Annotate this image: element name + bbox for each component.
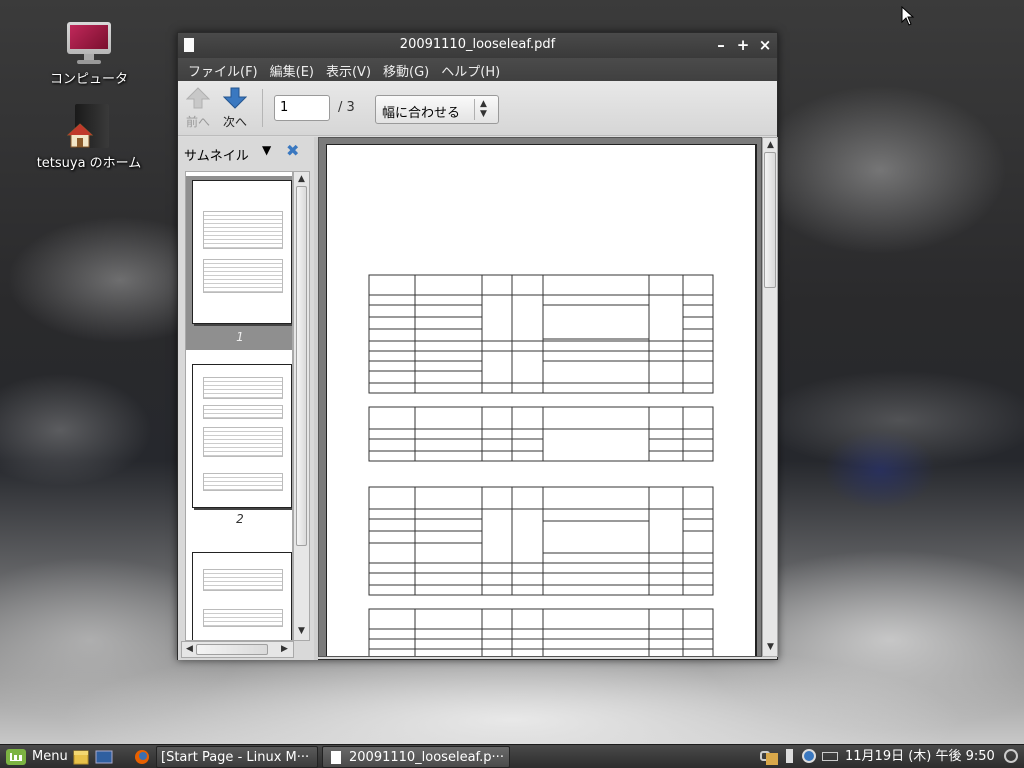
home-folder-icon xyxy=(67,104,111,148)
network-icon[interactable] xyxy=(802,749,816,763)
toolbar: 前へ 次へ 1 / 3 幅に合わせる ▲ ▼ xyxy=(178,81,777,136)
desktop-icon xyxy=(95,750,113,764)
thumbnail-image xyxy=(192,180,292,324)
sidebar-header: サムネイル ▼ ✖ xyxy=(178,137,314,167)
pdf-document-icon xyxy=(331,751,341,764)
taskbar-task-browser[interactable]: [Start Page - Linux M··· xyxy=(156,746,318,768)
zoom-value: 幅に合わせる xyxy=(382,106,461,121)
zoom-select[interactable]: 幅に合わせる ▲ ▼ xyxy=(375,95,499,124)
close-button[interactable]: × xyxy=(755,35,775,55)
firefox-icon xyxy=(135,750,149,764)
desktop-icon-label: tetsuya のホーム xyxy=(36,156,142,171)
quicklaunch-files[interactable] xyxy=(72,746,92,768)
battery-icon[interactable] xyxy=(786,749,793,763)
page-table-content xyxy=(368,274,714,656)
scroll-up-icon[interactable]: ▲ xyxy=(294,174,309,184)
thumbnail-sidebar: サムネイル ▼ ✖ 1 2 ▲ ▼ ◀ ▶ xyxy=(178,137,314,660)
chevron-down-icon[interactable]: ▼ xyxy=(262,143,271,157)
mint-logo-icon xyxy=(6,749,26,765)
computer-icon xyxy=(67,22,111,64)
scroll-down-icon[interactable]: ▼ xyxy=(294,626,309,636)
keyboard-icon[interactable] xyxy=(822,752,838,761)
scrollbar-thumb[interactable] xyxy=(296,186,307,546)
document-vertical-scrollbar[interactable]: ▲ ▼ xyxy=(762,137,778,657)
scroll-up-icon[interactable]: ▲ xyxy=(763,140,778,150)
sidebar-title[interactable]: サムネイル xyxy=(184,145,249,164)
thumbnail-horizontal-scrollbar[interactable]: ◀ ▶ xyxy=(181,641,294,658)
prev-page-button[interactable]: 前へ xyxy=(183,87,213,130)
menu-help[interactable]: ヘルプ(H) xyxy=(435,58,506,81)
thumbnail-page-3[interactable] xyxy=(186,552,292,640)
window-titlebar[interactable]: 20091110_looseleaf.pdf – + × xyxy=(178,33,777,58)
scroll-down-icon[interactable]: ▼ xyxy=(763,642,778,652)
scrollbar-thumb[interactable] xyxy=(196,644,268,655)
taskbar-task-pdf[interactable]: 20091110_looseleaf.p··· xyxy=(322,746,510,768)
page-total-label: / 3 xyxy=(338,100,355,115)
window-title: 20091110_looseleaf.pdf xyxy=(399,37,556,52)
toolbar-separator xyxy=(262,89,263,127)
mouse-cursor-icon xyxy=(901,6,915,26)
task-label: 20091110_looseleaf.p··· xyxy=(349,750,504,765)
clock[interactable]: 11月19日 (木) 午後 9:50 xyxy=(845,746,997,768)
desktop-icon-label: コンピュータ xyxy=(49,72,128,87)
arrow-down-icon xyxy=(222,87,248,109)
maximize-button[interactable]: + xyxy=(733,35,753,55)
scroll-left-icon[interactable]: ◀ xyxy=(182,644,197,654)
scrollbar-thumb[interactable] xyxy=(764,152,776,288)
task-label: [Start Page - Linux M··· xyxy=(161,750,310,765)
menu-edit[interactable]: 編集(E) xyxy=(264,58,320,81)
thumbnail-number: 1 xyxy=(236,330,244,344)
desktop-icon-computer[interactable]: コンピュータ xyxy=(34,22,144,87)
clipboard-icon[interactable] xyxy=(766,753,778,765)
thumbnail-vertical-scrollbar[interactable]: ▲ ▼ xyxy=(293,171,310,641)
quicklaunch-desktop[interactable] xyxy=(95,746,115,768)
prev-label: 前へ xyxy=(185,115,210,129)
page-number-input[interactable]: 1 xyxy=(274,95,330,121)
thumbnail-list: 1 2 xyxy=(185,171,293,641)
thumbnail-image xyxy=(192,552,292,640)
minimize-button[interactable]: – xyxy=(711,35,731,55)
taskbar: Menu [Start Page - Linux M··· 20091110_l… xyxy=(0,744,1024,768)
thumbnail-number: 2 xyxy=(236,512,244,526)
thumbnail-image xyxy=(192,364,292,508)
power-icon[interactable] xyxy=(1004,749,1018,763)
next-page-button[interactable]: 次へ xyxy=(220,87,250,130)
close-sidebar-icon[interactable]: ✖ xyxy=(286,141,299,160)
document-viewer-window: 20091110_looseleaf.pdf – + × ファイル(F) 編集(… xyxy=(177,32,778,660)
spin-arrows-icon: ▲ ▼ xyxy=(480,99,487,119)
thumbnail-page-2[interactable]: 2 xyxy=(186,364,292,534)
desktop-icon-home[interactable]: tetsuya のホーム xyxy=(34,104,144,171)
next-label: 次へ xyxy=(222,115,247,129)
folder-icon xyxy=(73,750,89,765)
arrow-up-icon xyxy=(185,87,211,109)
start-menu-label: Menu xyxy=(32,749,68,764)
thumbnail-page-1[interactable]: 1 xyxy=(186,176,292,350)
document-view[interactable] xyxy=(318,137,762,657)
scroll-right-icon[interactable]: ▶ xyxy=(277,644,292,654)
pdf-page xyxy=(326,144,757,656)
menu-file[interactable]: ファイル(F) xyxy=(182,58,264,81)
menu-view[interactable]: 表示(V) xyxy=(320,58,377,81)
menu-go[interactable]: 移動(G) xyxy=(377,58,435,81)
quicklaunch-firefox[interactable] xyxy=(133,746,155,768)
start-menu-button[interactable]: Menu xyxy=(4,746,68,768)
menu-bar: ファイル(F) 編集(E) 表示(V) 移動(G) ヘルプ(H) xyxy=(178,58,777,81)
